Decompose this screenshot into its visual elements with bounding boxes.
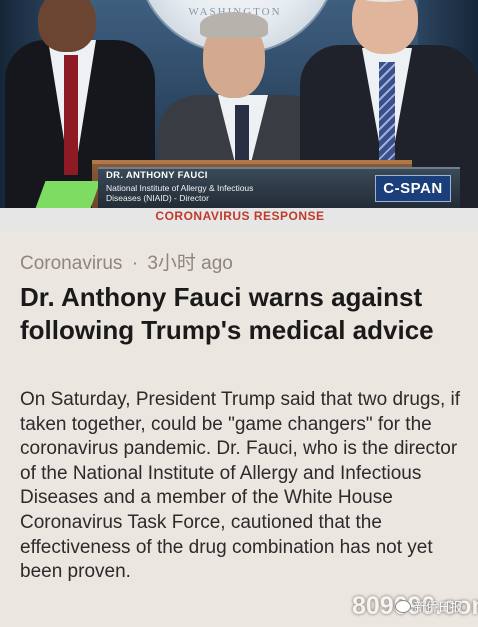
lower-third-org: National Institute of Allergy & Infectio… xyxy=(106,183,346,203)
green-graphic xyxy=(34,181,101,211)
watermark-account: 新侨日报 xyxy=(414,600,463,614)
coronavirus-response-banner: CORONAVIRUS RESPONSE xyxy=(155,209,325,223)
lower-third-org-line2: Diseases (NIAID) - Director xyxy=(106,193,209,203)
lower-third-org-line1: National Institute of Allergy & Infectio… xyxy=(106,183,254,193)
category-link[interactable]: Coronavirus xyxy=(20,253,122,274)
lower-third-name: DR. ANTHONY FAUCI xyxy=(106,170,208,181)
meta-separator: · xyxy=(131,253,139,274)
cspan-logo: C-SPAN xyxy=(375,175,451,202)
video-thumbnail[interactable]: WASHINGTON DR. ANTHONY FAUCI National In… xyxy=(0,0,478,231)
article-headline[interactable]: Dr. Anthony Fauci warns against followin… xyxy=(20,281,460,347)
article-meta: Coronavirus · 3小时 ago xyxy=(20,248,233,275)
timestamp: 3小时 ago xyxy=(147,253,233,274)
article-summary: On Saturday, President Trump said that t… xyxy=(20,389,461,583)
wechat-icon xyxy=(395,600,411,613)
